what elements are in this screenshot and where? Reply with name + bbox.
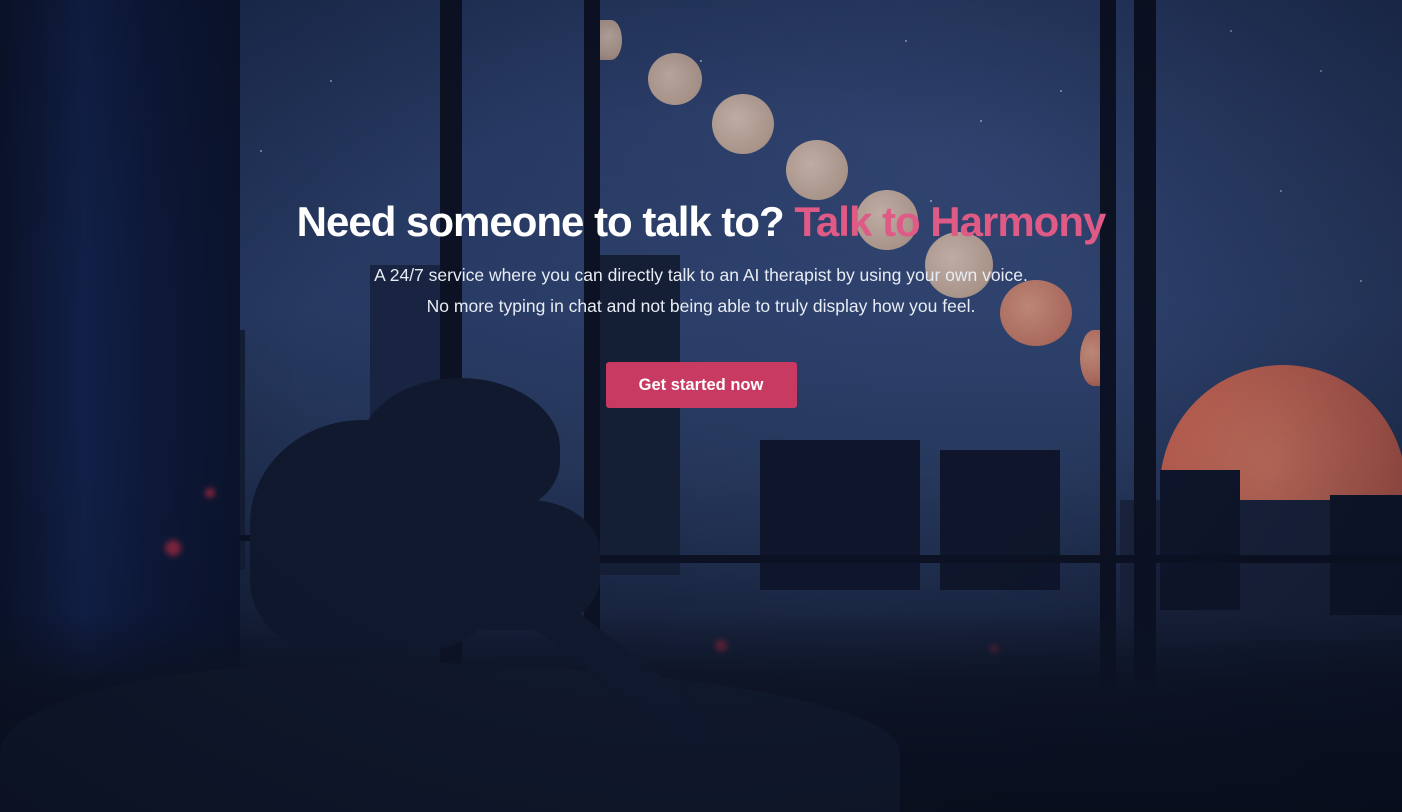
get-started-button[interactable]: Get started now [605, 362, 797, 408]
hero-headline: Need someone to talk to? Talk to Harmony [296, 196, 1107, 248]
headline-main-text: Need someone to talk to? [296, 198, 785, 245]
headline-accent-text: Talk to Harmony [794, 198, 1106, 245]
hero-description: A 24/7 service where you can directly ta… [374, 265, 1028, 316]
hero-section: Need someone to talk to? Talk to Harmony… [0, 196, 1402, 408]
